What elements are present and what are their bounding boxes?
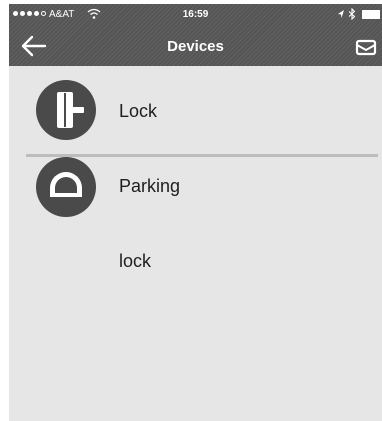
device-item-lock-secondary[interactable]: lock: [9, 244, 382, 304]
door-lock-icon: [36, 80, 96, 140]
device-label: Lock: [119, 101, 158, 121]
device-item-lock[interactable]: Lock: [9, 80, 382, 140]
phone-screen: A&AT 16:59 Devices Lock Parking lock: [9, 4, 382, 421]
device-label: lock: [119, 251, 152, 271]
page-title: Devices: [167, 38, 224, 55]
navigation-bar: Devices: [9, 26, 382, 66]
status-right-icons: [337, 8, 356, 20]
device-item-parking[interactable]: Parking: [9, 157, 382, 217]
parking-lock-icon: [36, 157, 96, 217]
app-header: A&AT 16:59 Devices: [9, 4, 382, 66]
battery-icon: [362, 10, 380, 19]
messages-button[interactable]: [354, 35, 378, 59]
status-time: 16:59: [182, 9, 209, 20]
envelope-icon: [355, 39, 377, 56]
location-arrow-icon: [338, 10, 344, 18]
bluetooth-icon: [348, 8, 356, 20]
status-bar: A&AT 16:59: [9, 4, 382, 26]
device-label: Parking: [119, 176, 181, 196]
